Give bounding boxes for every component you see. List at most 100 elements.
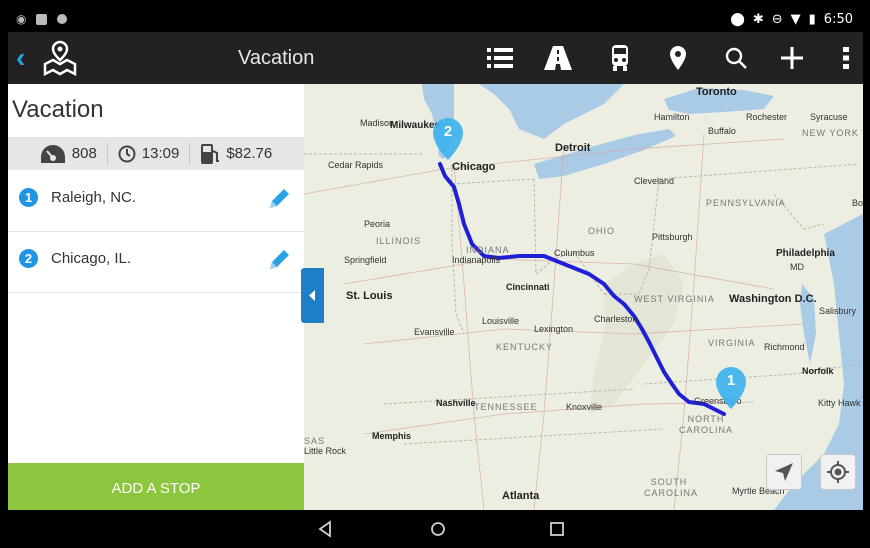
map-pin-logo-icon[interactable] bbox=[40, 38, 80, 78]
trip-panel: Vacation 808 13:09 $82.76 1 Raleigh, NC.… bbox=[8, 84, 304, 510]
fuel-cost-value: $82.76 bbox=[226, 145, 273, 162]
map-label: SOUTH CAROLINA bbox=[644, 477, 699, 498]
map-label: Atlanta bbox=[502, 490, 540, 502]
nav-back-icon[interactable] bbox=[316, 519, 334, 539]
map-label: Philadelphia bbox=[776, 248, 835, 259]
navigate-button[interactable] bbox=[766, 454, 802, 490]
notification-icons: ◉ bbox=[16, 12, 68, 26]
map-label: Nashville bbox=[436, 398, 476, 408]
nav-recents-icon[interactable] bbox=[548, 519, 566, 539]
map-label: PENNSYLVANIA bbox=[706, 198, 786, 208]
map-label: Cleveland bbox=[634, 176, 675, 186]
map-label: Kitty Hawk bbox=[818, 398, 861, 408]
map-label: ILLINOIS bbox=[376, 236, 422, 246]
collapse-panel-button[interactable] bbox=[301, 268, 324, 323]
map-label: Norfolk bbox=[802, 366, 834, 376]
wifi-icon: ▼ bbox=[790, 12, 801, 27]
marker-number: 2 bbox=[443, 123, 453, 140]
route-marker-1[interactable]: 1 bbox=[715, 366, 747, 410]
map-label: TENNESSEE bbox=[474, 402, 538, 412]
my-location-button[interactable] bbox=[820, 454, 856, 490]
route-marker-2[interactable]: 2 bbox=[432, 117, 464, 161]
route-map[interactable]: Toronto Hamilton Rochester Syracuse Buff… bbox=[304, 84, 863, 510]
map-label: Madison bbox=[360, 118, 395, 128]
search-icon[interactable] bbox=[720, 42, 752, 74]
clock-time: 6:50 bbox=[823, 12, 853, 27]
overflow-icon[interactable] bbox=[830, 42, 862, 74]
circle-icon bbox=[57, 14, 68, 24]
map-label: Louisville bbox=[482, 316, 520, 326]
map-label: Rochester bbox=[746, 112, 788, 122]
trip-stats: 808 13:09 $82.76 bbox=[8, 137, 304, 170]
nav-home-icon[interactable] bbox=[428, 519, 448, 539]
map-label: Pittsburgh bbox=[652, 232, 693, 242]
duration-value: 13:09 bbox=[141, 145, 180, 162]
image-icon bbox=[36, 13, 48, 25]
stop-label: Chicago, IL. bbox=[51, 250, 132, 267]
map-label: Bos bbox=[852, 198, 863, 208]
map-label: NORTH CAROLINA bbox=[678, 414, 733, 435]
edit-pencil-icon[interactable] bbox=[266, 247, 292, 273]
map-label: VIRGINIA bbox=[708, 338, 756, 348]
trip-title: Vacation bbox=[12, 96, 104, 123]
navigation-arrow-icon bbox=[775, 463, 793, 481]
map-label: KENTUCKY bbox=[496, 342, 554, 352]
add-icon[interactable] bbox=[776, 42, 808, 74]
map-label: Little Rock bbox=[304, 446, 347, 456]
app-bar: ‹ Vacation bbox=[8, 32, 863, 84]
divider bbox=[189, 142, 191, 165]
map-label: Cincinnati bbox=[506, 282, 550, 292]
map-label: Lexington bbox=[534, 324, 574, 334]
truck-icon[interactable] bbox=[604, 42, 636, 74]
battery-icon: ▮ bbox=[808, 12, 816, 27]
android-icon: ◉ bbox=[16, 12, 27, 26]
distance-value: 808 bbox=[71, 145, 97, 162]
map-label: Hamilton bbox=[654, 112, 690, 122]
road-icon[interactable] bbox=[542, 42, 574, 74]
edit-pencil-icon[interactable] bbox=[266, 186, 292, 212]
divider bbox=[106, 142, 108, 165]
map-label: Salisbury bbox=[819, 306, 857, 316]
map-label: Syracuse bbox=[810, 112, 848, 122]
map-label: St. Louis bbox=[346, 290, 393, 302]
map-label: NEW YORK bbox=[802, 128, 859, 138]
bluetooth-icon: ✱ bbox=[752, 12, 764, 27]
map-label: Richmond bbox=[764, 342, 805, 352]
map-label: WEST VIRGINIA bbox=[634, 294, 715, 304]
stop-item[interactable]: 1 Raleigh, NC. bbox=[8, 171, 304, 232]
location-icon: ⬤ bbox=[730, 12, 745, 27]
map-label: Peoria bbox=[364, 219, 391, 229]
stop-number-badge: 2 bbox=[19, 249, 38, 268]
map-label: Evansville bbox=[414, 327, 455, 337]
map-label: Columbus bbox=[554, 248, 595, 258]
map-label: SAS bbox=[304, 436, 326, 446]
map-label: Buffalo bbox=[708, 126, 736, 136]
back-icon[interactable]: ‹ bbox=[16, 44, 38, 72]
map-label: Cedar Rapids bbox=[328, 160, 384, 170]
map-label: MD bbox=[790, 262, 804, 272]
map-label: OHIO bbox=[588, 226, 616, 236]
status-bar: ◉ ⬤ ✱ ⊖ ▼ ▮ 6:50 bbox=[8, 8, 863, 32]
stop-number-badge: 1 bbox=[19, 188, 38, 207]
map-label: Detroit bbox=[555, 142, 591, 154]
map-label: Knoxville bbox=[566, 402, 603, 412]
place-icon[interactable] bbox=[662, 42, 694, 74]
crosshair-location-icon bbox=[827, 461, 849, 483]
map-label: INDIANA bbox=[466, 245, 510, 255]
list-icon[interactable] bbox=[484, 42, 516, 74]
clock-icon bbox=[118, 145, 136, 162]
map-label: Chicago bbox=[452, 161, 496, 173]
map-label: Springfield bbox=[344, 255, 387, 265]
speedometer-icon bbox=[40, 144, 65, 163]
system-icons: ⬤ ✱ ⊖ ▼ ▮ 6:50 bbox=[730, 12, 853, 27]
app-title: Vacation bbox=[238, 47, 315, 69]
fuel-icon bbox=[201, 143, 220, 164]
stop-item[interactable]: 2 Chicago, IL. bbox=[8, 232, 304, 293]
system-nav-bar bbox=[8, 510, 863, 548]
chevron-left-icon bbox=[309, 290, 315, 301]
stop-label: Raleigh, NC. bbox=[51, 189, 137, 206]
add-stop-button[interactable]: ADD A STOP bbox=[8, 463, 304, 510]
map-label: Indianapolis bbox=[452, 255, 501, 265]
map-label: Washington D.C. bbox=[729, 293, 817, 305]
map-label: Toronto bbox=[696, 86, 737, 98]
